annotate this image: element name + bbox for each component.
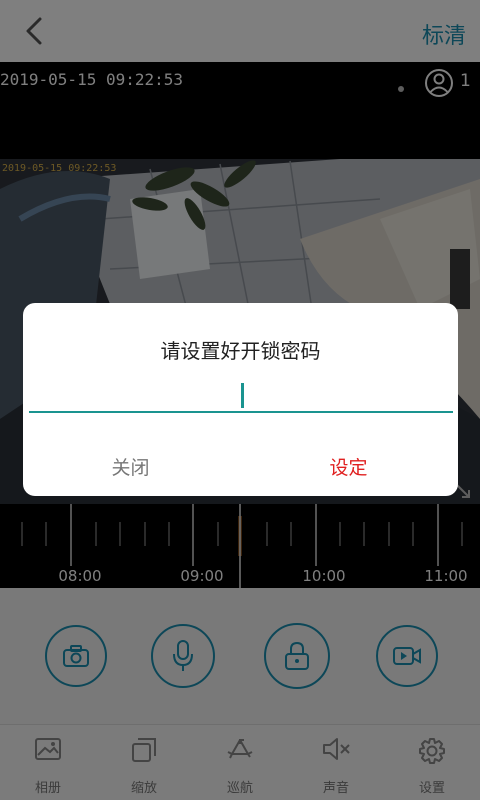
dialog-title: 请设置好开锁密码 xyxy=(160,339,321,363)
close-button[interactable]: 关闭 xyxy=(63,453,198,483)
unlock-password-dialog: 请设置好开锁密码 关闭 设定 xyxy=(23,303,458,496)
confirm-button[interactable]: 设定 xyxy=(281,453,416,483)
text-cursor xyxy=(241,383,244,408)
